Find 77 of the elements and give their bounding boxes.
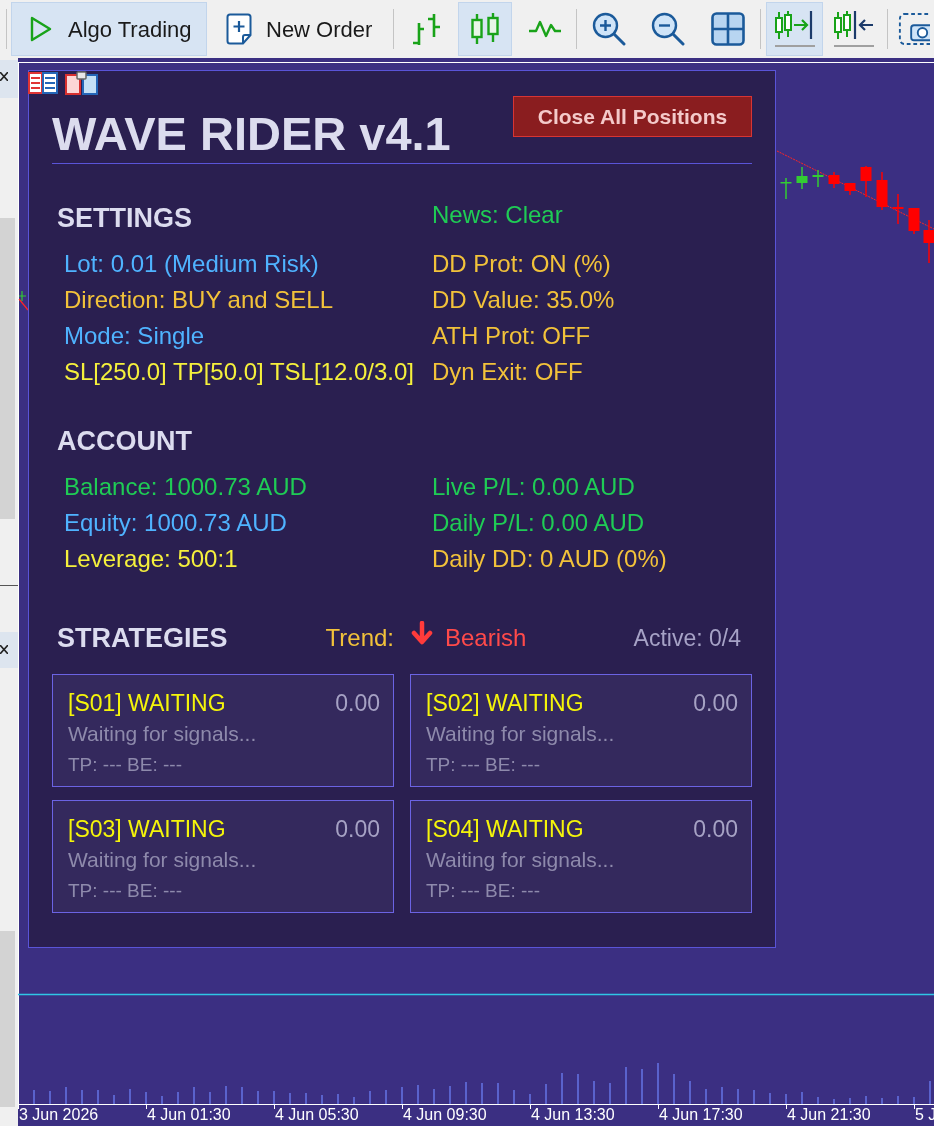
active-count: Active: 0/4 [633, 624, 741, 653]
candles-arrow-left-icon [831, 9, 876, 49]
setting-line: DD Value: 35.0% [432, 285, 615, 315]
trend-line [18, 298, 29, 311]
strategy-title: [S02] WAITING [426, 689, 584, 718]
candle [844, 183, 856, 195]
strategy-status: Waiting for signals... [426, 847, 615, 873]
time-label: 4 Jun 13:30 [531, 1106, 615, 1124]
strategy-title: [S04] WAITING [426, 815, 584, 844]
time-label: 4 Jun 09:30 [403, 1106, 487, 1124]
setting-line: Direction: BUY and SELL [64, 285, 334, 315]
zoom-in-icon [591, 12, 626, 46]
candle [18, 290, 27, 302]
strategy-profit: 0.00 [693, 815, 738, 844]
news-status: News: Clear [432, 200, 563, 230]
panel-title: WAVE RIDER v4.1 [52, 110, 451, 157]
time-label: 4 Jun 01:30 [147, 1106, 231, 1124]
strategy-profit: 0.00 [335, 815, 380, 844]
account-line: Daily DD: 0 AUD (0%) [432, 544, 667, 574]
strategy-title: [S01] WAITING [68, 689, 226, 718]
account-line: Equity: 1000.73 AUD [64, 508, 287, 538]
section-heading: ACCOUNT [57, 425, 192, 458]
zoom-out-icon [650, 12, 685, 46]
setting-line: Lot: 0.01 (Medium Risk) [64, 249, 319, 279]
document-plus-icon [226, 13, 252, 45]
split-panel-icon[interactable] [65, 71, 98, 95]
candle [923, 220, 934, 263]
setting-line: SL[250.0] TP[50.0] TSL[12.0/3.0] [64, 357, 415, 387]
strategy-targets: TP: --- BE: --- [426, 879, 540, 903]
scrollbar[interactable] [0, 931, 15, 1107]
candles-arrow-right-icon [772, 9, 817, 49]
strategy-targets: TP: --- BE: --- [68, 879, 182, 903]
grid-icon [711, 12, 745, 46]
setting-line: ATH Prot: OFF [432, 321, 591, 351]
candlestick-chart-button[interactable] [458, 2, 512, 56]
time-label: 4 Jun 17:30 [659, 1106, 743, 1124]
strategy-targets: TP: --- BE: --- [426, 753, 540, 777]
table-icon[interactable] [28, 72, 58, 94]
setting-line: Mode: Single [64, 321, 205, 351]
strategy-status: Waiting for signals... [68, 847, 257, 873]
close-icon[interactable] [0, 72, 8, 81]
play-icon [30, 16, 52, 42]
algo-trading-button[interactable]: Algo Trading [11, 2, 207, 56]
strategy-profit: 0.00 [693, 689, 738, 718]
candle [876, 172, 888, 210]
account-line: Live P/L: 0.00 AUD [432, 472, 635, 502]
new-order-button[interactable]: New Order [215, 2, 390, 56]
trend-value: Bearish [445, 623, 527, 653]
close-all-button[interactable]: Close All Positions [513, 96, 752, 137]
section-heading: SETTINGS [57, 202, 192, 235]
candle [860, 166, 872, 197]
setting-line: DD Prot: ON (%) [432, 249, 611, 279]
trend-label: Trend: [325, 623, 394, 653]
account-line: Leverage: 500:1 [64, 544, 238, 574]
candle [780, 178, 792, 199]
candlestick-icon [469, 12, 501, 46]
close-icon[interactable] [0, 645, 8, 654]
candle [812, 170, 824, 187]
strategy-title: [S03] WAITING [68, 815, 226, 844]
bar-chart-icon [410, 13, 442, 45]
strategy-status: Waiting for signals... [426, 721, 615, 747]
candle [908, 208, 920, 234]
time-label: 3 Jun 2026 [19, 1106, 99, 1124]
strategy-profit: 0.00 [335, 689, 380, 718]
candle [796, 167, 808, 189]
setting-line: Dyn Exit: OFF [432, 357, 583, 387]
strategy-targets: TP: --- BE: --- [68, 753, 182, 777]
line-chart-icon [528, 18, 562, 40]
time-label: 4 Jun 05:30 [275, 1106, 359, 1124]
account-line: Daily P/L: 0.00 AUD [432, 508, 645, 538]
candle [828, 172, 840, 188]
candle [892, 194, 904, 224]
strategy-status: Waiting for signals... [68, 721, 257, 747]
account-line: Balance: 1000.73 AUD [64, 472, 307, 502]
scrollbar[interactable] [0, 218, 15, 519]
time-label: 4 Jun 21:30 [787, 1106, 871, 1124]
section-heading: STRATEGIES [57, 622, 228, 655]
